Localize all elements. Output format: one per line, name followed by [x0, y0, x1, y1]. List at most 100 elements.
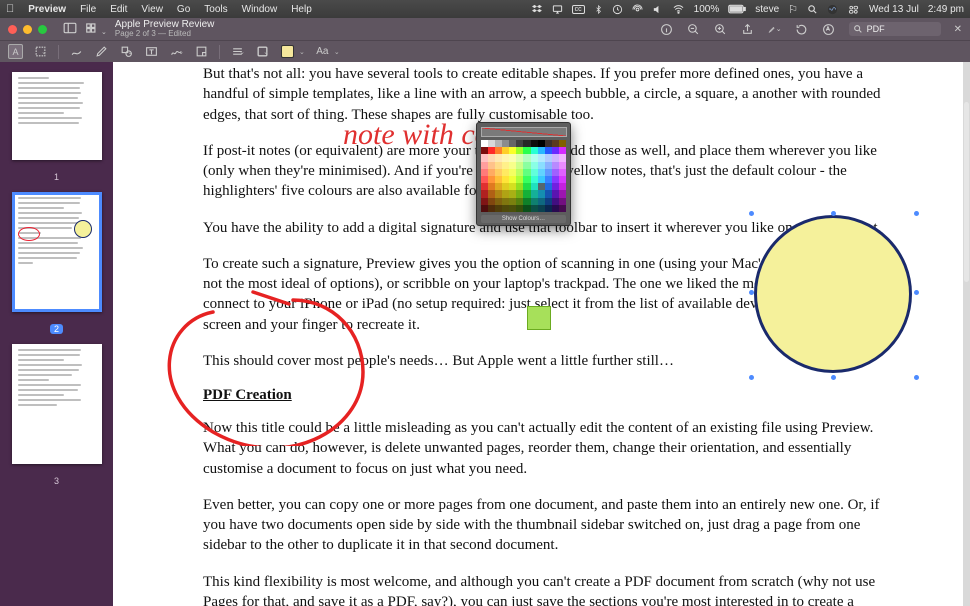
color-swatch[interactable]: [488, 162, 495, 169]
color-swatch[interactable]: [545, 190, 552, 197]
selection-handle[interactable]: [831, 375, 836, 380]
color-swatch[interactable]: [538, 154, 545, 161]
fill-color-popover[interactable]: Show Colours…: [476, 122, 571, 226]
color-swatch[interactable]: [495, 176, 502, 183]
rect-select-tool[interactable]: ⌄: [33, 44, 48, 59]
color-swatch[interactable]: [516, 190, 523, 197]
markup-toggle-icon[interactable]: [822, 22, 836, 36]
color-swatch[interactable]: [502, 190, 509, 197]
color-swatch[interactable]: [545, 198, 552, 205]
color-swatch[interactable]: [545, 140, 552, 147]
color-swatch[interactable]: [509, 183, 516, 190]
color-swatch[interactable]: [538, 198, 545, 205]
color-swatch[interactable]: [523, 154, 530, 161]
color-swatch[interactable]: [545, 169, 552, 176]
color-swatch[interactable]: [495, 154, 502, 161]
color-swatch[interactable]: [502, 169, 509, 176]
selection-handle[interactable]: [831, 211, 836, 216]
color-swatch[interactable]: [538, 162, 545, 169]
shapes-tool[interactable]: ⌄: [119, 44, 134, 59]
shape-green-square[interactable]: [527, 306, 551, 330]
color-swatch[interactable]: [559, 198, 566, 205]
color-swatch[interactable]: [488, 190, 495, 197]
menubar-time[interactable]: 2:49 pm: [928, 4, 964, 15]
selection-handle[interactable]: [914, 375, 919, 380]
sign-tool[interactable]: ⌄: [169, 44, 184, 59]
color-swatch[interactable]: [488, 169, 495, 176]
color-swatch[interactable]: [552, 162, 559, 169]
color-swatch[interactable]: [509, 198, 516, 205]
color-swatch[interactable]: [545, 176, 552, 183]
color-swatch[interactable]: [552, 147, 559, 154]
color-swatch[interactable]: [559, 176, 566, 183]
color-swatch[interactable]: [509, 169, 516, 176]
color-swatch[interactable]: [516, 169, 523, 176]
color-swatch[interactable]: [516, 205, 523, 212]
color-swatch[interactable]: [495, 147, 502, 154]
color-swatch[interactable]: [481, 162, 488, 169]
display-icon[interactable]: [552, 4, 563, 15]
color-swatch[interactable]: [552, 154, 559, 161]
document-viewport[interactable]: But that's not all: you have several too…: [113, 62, 970, 606]
color-swatch[interactable]: [523, 205, 530, 212]
color-swatch[interactable]: [559, 140, 566, 147]
menu-edit[interactable]: Edit: [110, 4, 127, 15]
thumbnail-page-3[interactable]: [12, 344, 102, 464]
volume-icon[interactable]: [652, 4, 663, 15]
color-swatch[interactable]: [552, 205, 559, 212]
selection-handle[interactable]: [749, 375, 754, 380]
color-swatch[interactable]: [488, 140, 495, 147]
color-swatch[interactable]: [502, 198, 509, 205]
color-swatch[interactable]: [516, 198, 523, 205]
menu-window[interactable]: Window: [242, 4, 278, 15]
color-swatch[interactable]: [516, 147, 523, 154]
siri-icon[interactable]: [827, 4, 838, 15]
color-swatch[interactable]: [545, 147, 552, 154]
control-center-icon[interactable]: [847, 4, 860, 15]
color-swatch[interactable]: [552, 198, 559, 205]
color-swatch[interactable]: [488, 183, 495, 190]
input-flag-icon[interactable]: ⚐: [788, 3, 798, 16]
vertical-scrollbar[interactable]: [963, 62, 970, 606]
text-tool[interactable]: [144, 44, 159, 59]
zoom-out-icon[interactable]: [687, 22, 701, 36]
color-swatch[interactable]: [509, 190, 516, 197]
color-swatch[interactable]: [523, 190, 530, 197]
color-swatch[interactable]: [495, 198, 502, 205]
toolbar-search[interactable]: [849, 22, 941, 36]
sketch-tool[interactable]: [69, 44, 84, 59]
color-swatch[interactable]: [481, 183, 488, 190]
color-swatch[interactable]: [495, 140, 502, 147]
zoom-in-icon[interactable]: [714, 22, 728, 36]
color-swatch[interactable]: [559, 162, 566, 169]
color-swatch[interactable]: [481, 147, 488, 154]
selection-handle[interactable]: [749, 211, 754, 216]
color-swatch[interactable]: [559, 190, 566, 197]
color-swatch[interactable]: [509, 140, 516, 147]
color-swatch[interactable]: [531, 147, 538, 154]
thumbnail-sidebar[interactable]: 1 2 3: [0, 62, 113, 606]
show-colors-button[interactable]: Show Colours…: [481, 215, 566, 223]
color-swatch[interactable]: [481, 169, 488, 176]
dropbox-icon[interactable]: [532, 4, 543, 15]
color-swatch[interactable]: [523, 140, 530, 147]
color-swatch[interactable]: [488, 176, 495, 183]
color-swatch[interactable]: [545, 162, 552, 169]
rotate-icon[interactable]: [795, 22, 809, 36]
color-swatch[interactable]: [545, 154, 552, 161]
color-swatch[interactable]: [502, 205, 509, 212]
color-swatch[interactable]: [531, 205, 538, 212]
color-swatch[interactable]: [538, 147, 545, 154]
color-swatch[interactable]: [481, 190, 488, 197]
shape-yellow-circle[interactable]: [754, 215, 912, 373]
color-swatch[interactable]: [509, 205, 516, 212]
color-swatch[interactable]: [523, 162, 530, 169]
color-swatch[interactable]: [516, 154, 523, 161]
color-swatch[interactable]: [509, 162, 516, 169]
color-swatch[interactable]: [545, 205, 552, 212]
share-icon[interactable]: [741, 22, 755, 36]
window-minimize-button[interactable]: [23, 25, 32, 34]
text-style-tool[interactable]: Aa: [315, 44, 330, 59]
color-swatch[interactable]: [552, 140, 559, 147]
color-swatch[interactable]: [495, 183, 502, 190]
